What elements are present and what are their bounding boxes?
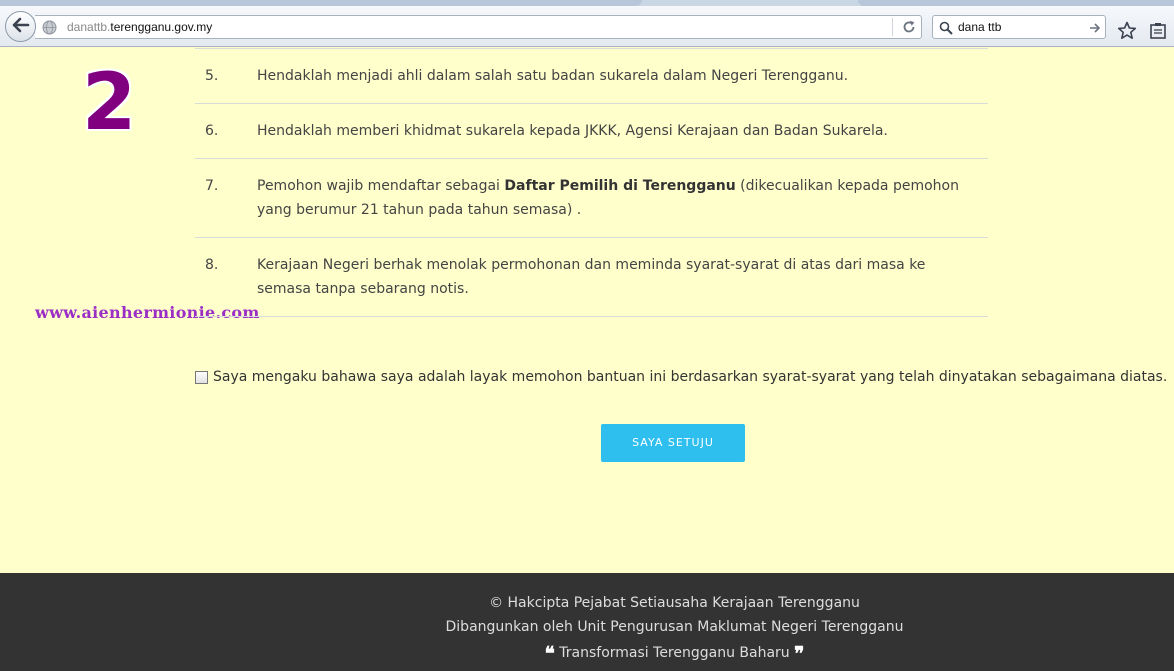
back-button[interactable] bbox=[5, 11, 36, 42]
agreement-checkbox-label: Saya mengaku bahawa saya adalah layak me… bbox=[213, 369, 1168, 385]
requirement-number: 6. bbox=[205, 123, 219, 139]
copyright-text: Hakcipta Pejabat Setiausaha Kerajaan Ter… bbox=[507, 595, 860, 611]
requirement-text: Kerajaan Negeri berhak menolak permohona… bbox=[257, 257, 926, 297]
globe-icon bbox=[42, 20, 57, 39]
open-quote-icon: ❝ bbox=[544, 643, 555, 665]
requirement-text: Hendaklah memberi khidmat sukarela kepad… bbox=[257, 123, 888, 139]
requirement-number: 7. bbox=[205, 178, 219, 194]
copyright-symbol: © bbox=[489, 595, 504, 611]
requirement-text-emphasis: Daftar Pemilih di Terengganu bbox=[504, 178, 736, 194]
requirement-text: Pemohon wajib mendaftar sebagai Daftar P… bbox=[257, 174, 976, 222]
agree-button[interactable]: SAYA SETUJU bbox=[601, 424, 745, 462]
browser-navigation-bar: danattb.terengganu.gov.my dana ttb bbox=[0, 6, 1174, 47]
requirement-row: 6. Hendaklah memberi khidmat sukarela ke… bbox=[195, 104, 988, 159]
bookmark-star-icon[interactable] bbox=[1117, 21, 1137, 44]
address-bar[interactable]: danattb.terengganu.gov.my bbox=[35, 15, 922, 39]
requirement-row: 5. Hendaklah menjadi ahli dalam salah sa… bbox=[195, 49, 988, 104]
back-arrow-icon bbox=[12, 17, 30, 37]
agreement-checkbox-row[interactable]: Saya mengaku bahawa saya adalah layak me… bbox=[195, 369, 1167, 385]
requirement-number: 5. bbox=[205, 68, 219, 84]
url-domain: terengganu.gov.my bbox=[110, 20, 213, 34]
url-divider bbox=[892, 18, 893, 36]
requirement-text: Hendaklah menjadi ahli dalam salah satu … bbox=[257, 68, 849, 84]
agreement-checkbox[interactable] bbox=[195, 370, 208, 384]
close-quote-icon: ❞ bbox=[794, 643, 805, 665]
requirements-table: 5. Hendaklah menjadi ahli dalam salah sa… bbox=[195, 48, 988, 317]
footer-copyright: © Hakcipta Pejabat Setiausaha Kerajaan T… bbox=[0, 595, 1174, 611]
requirement-number: 8. bbox=[205, 257, 219, 273]
search-icon bbox=[939, 20, 953, 39]
requirement-text-start: Pemohon wajib mendaftar sebagai bbox=[257, 178, 505, 194]
search-query[interactable]: dana ttb bbox=[958, 20, 1001, 34]
requirement-row: 7. Pemohon wajib mendaftar sebagai Dafta… bbox=[195, 159, 988, 238]
search-box[interactable]: dana ttb bbox=[932, 15, 1106, 39]
page-footer: © Hakcipta Pejabat Setiausaha Kerajaan T… bbox=[0, 573, 1174, 671]
reload-icon[interactable] bbox=[901, 19, 917, 39]
url-text[interactable]: danattb.terengganu.gov.my bbox=[67, 20, 212, 34]
bookmarks-menu-icon[interactable] bbox=[1149, 22, 1167, 44]
footer-developer: Dibangunkan oleh Unit Pengurusan Makluma… bbox=[445, 619, 904, 635]
footer-slogan: ❝ Transformasi Terengganu Baharu ❞ bbox=[0, 643, 1174, 665]
search-go-arrow-icon[interactable] bbox=[1089, 20, 1101, 39]
url-subdomain: danattb. bbox=[67, 20, 111, 34]
requirement-row: 8. Kerajaan Negeri berhak menolak permoh… bbox=[195, 238, 988, 317]
watermark-step-number: 2 bbox=[82, 58, 137, 148]
slogan-text: Transformasi Terengganu Baharu bbox=[559, 645, 790, 661]
